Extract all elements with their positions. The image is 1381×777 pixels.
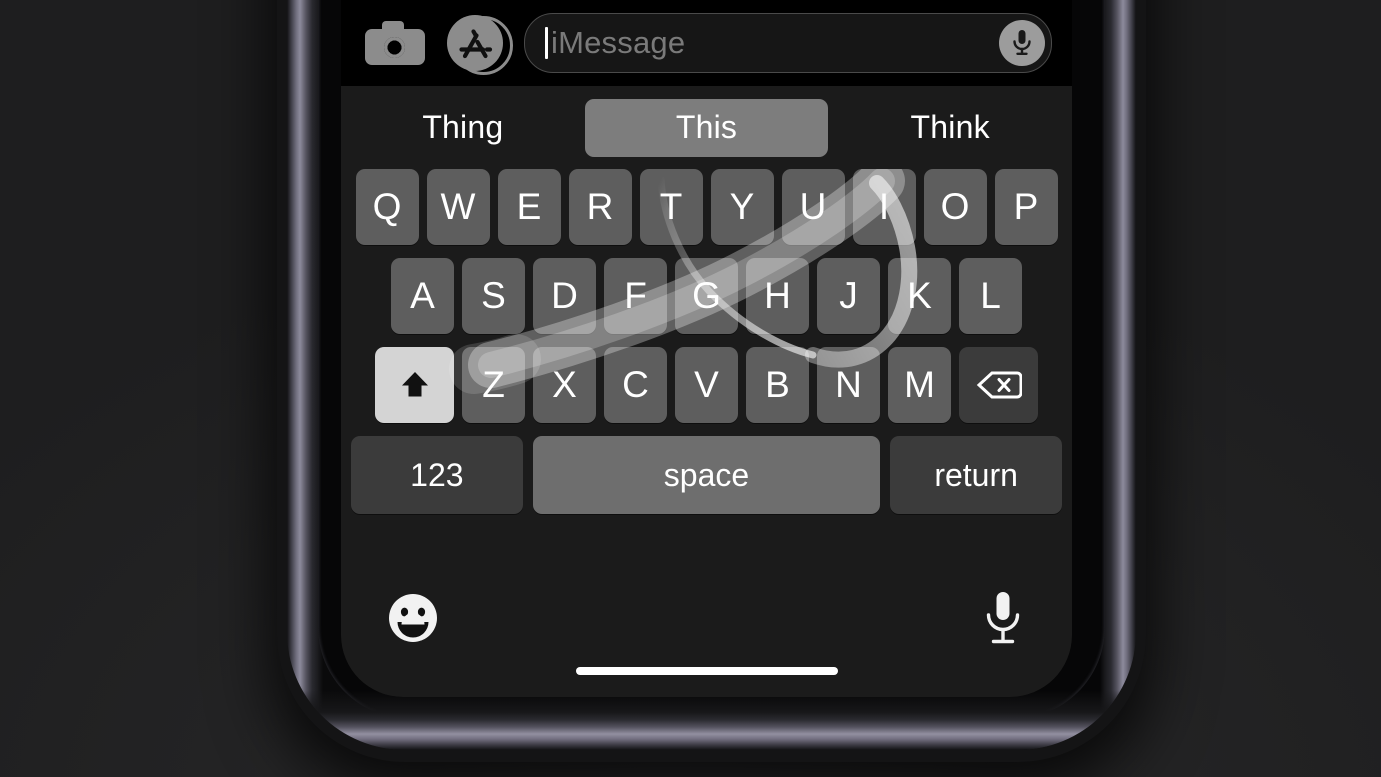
key-u[interactable]: U [781, 169, 845, 245]
key-p[interactable]: P [994, 169, 1058, 245]
keyboard-row-1: Q W E R T Y U I O P [347, 169, 1066, 245]
key-x[interactable]: X [533, 347, 596, 423]
shift-arrow-icon [401, 372, 428, 397]
key-z[interactable]: Z [462, 347, 525, 423]
key-g[interactable]: G [675, 258, 738, 334]
microphone-icon [1013, 30, 1031, 55]
backspace-icon [976, 371, 1022, 399]
prediction-candidate-0[interactable]: Thing [341, 99, 585, 157]
phone-screen: iMessage Thing This Think Q W E R T Y U … [341, 0, 1072, 697]
app-store-icon[interactable] [447, 15, 513, 75]
emoji-icon[interactable] [386, 591, 440, 645]
backspace-key[interactable] [959, 347, 1038, 423]
key-a[interactable]: A [391, 258, 454, 334]
message-placeholder: iMessage [551, 25, 686, 60]
home-indicator[interactable] [575, 667, 838, 675]
return-key[interactable]: return [890, 436, 1062, 514]
message-text-field[interactable]: iMessage [524, 13, 1052, 73]
keyboard-bottom-bar [341, 577, 1072, 697]
shift-key[interactable] [375, 347, 454, 423]
key-l[interactable]: L [959, 258, 1022, 334]
space-key[interactable]: space [532, 436, 881, 514]
keyboard-row-3: Z X C V B N M [347, 347, 1066, 423]
camera-icon[interactable] [365, 21, 425, 65]
key-d[interactable]: D [533, 258, 596, 334]
key-f[interactable]: F [604, 258, 667, 334]
key-v[interactable]: V [675, 347, 738, 423]
key-i[interactable]: I [852, 169, 916, 245]
prediction-candidate-2[interactable]: Think [828, 99, 1072, 157]
key-y[interactable]: Y [710, 169, 774, 245]
dictation-icon-in-field[interactable] [999, 20, 1045, 66]
keyboard-rows: Q W E R T Y U I O P A S D F G H J K L Z … [341, 169, 1072, 514]
prediction-candidate-1[interactable]: This [584, 98, 829, 157]
imessage-input-bar: iMessage [341, 0, 1072, 86]
key-r[interactable]: R [568, 169, 632, 245]
app-store-icon-glyph [459, 29, 493, 59]
emoji-smiley-icon [389, 594, 437, 642]
text-caret [545, 27, 548, 59]
microphone-icon [986, 592, 1020, 644]
key-n[interactable]: N [817, 347, 880, 423]
dictation-button[interactable] [981, 589, 1025, 647]
keyboard-row-4: 123 space return [347, 436, 1066, 514]
key-c[interactable]: C [604, 347, 667, 423]
key-j[interactable]: J [817, 258, 880, 334]
key-m[interactable]: M [888, 347, 951, 423]
key-q[interactable]: Q [355, 169, 419, 245]
numbers-key[interactable]: 123 [351, 436, 523, 514]
key-e[interactable]: E [497, 169, 561, 245]
key-w[interactable]: W [426, 169, 490, 245]
key-b[interactable]: B [746, 347, 809, 423]
camera-icon-lens [384, 37, 405, 58]
prediction-bar: Thing This Think [341, 86, 1072, 169]
key-o[interactable]: O [923, 169, 987, 245]
key-s[interactable]: S [462, 258, 525, 334]
keyboard-row-2: A S D F G H J K L [347, 258, 1066, 334]
key-h[interactable]: H [746, 258, 809, 334]
key-k[interactable]: K [888, 258, 951, 334]
key-t[interactable]: T [639, 169, 703, 245]
